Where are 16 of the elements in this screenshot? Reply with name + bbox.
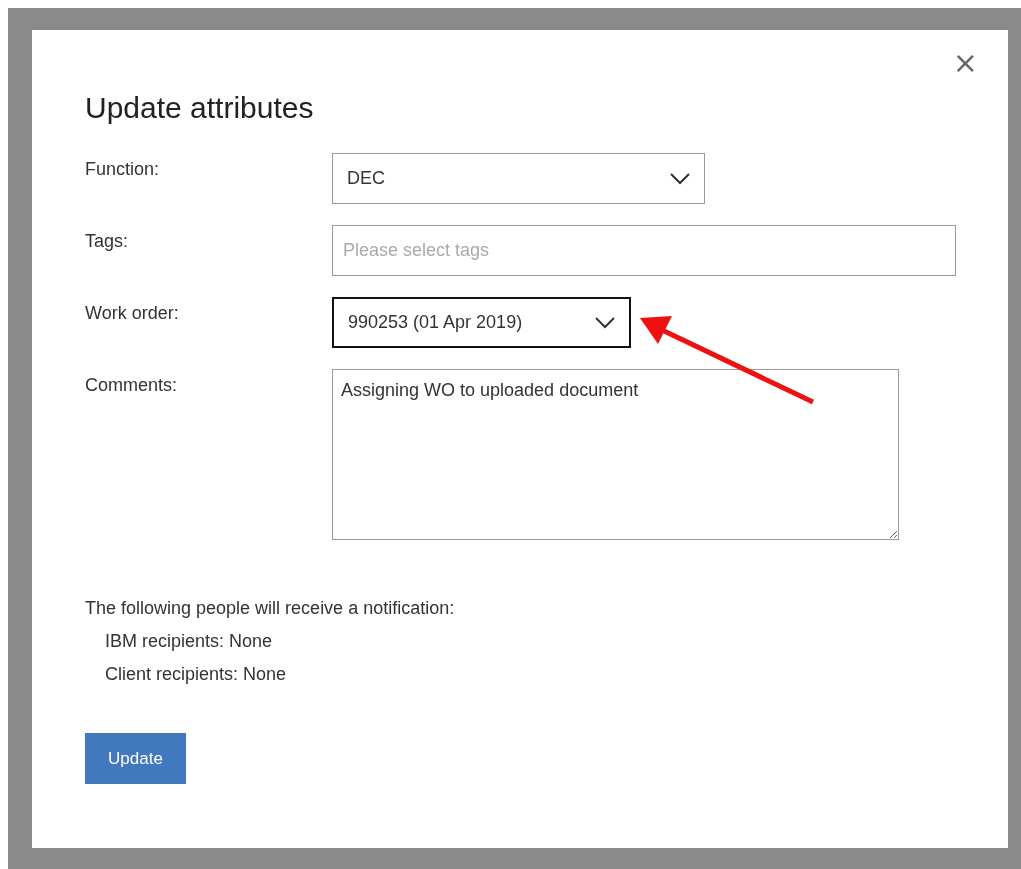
recipients-text: IBM recipients: None bbox=[104, 631, 274, 652]
caret-icon bbox=[595, 316, 615, 329]
caret-icon bbox=[670, 172, 690, 185]
dropdown[interactable]: 990253 (01 Apr 2019) bbox=[332, 297, 631, 348]
dropdown[interactable]: DEC bbox=[332, 153, 705, 204]
field-label: Work order: bbox=[85, 302, 180, 324]
dialog-title: Update attributes bbox=[85, 90, 315, 126]
update-button[interactable]: Update bbox=[85, 733, 186, 784]
notification-text: The following people will receive a notification: bbox=[85, 598, 456, 619]
field-label: Tags: bbox=[85, 230, 130, 252]
field-label: Comments: bbox=[85, 374, 179, 396]
field-label: Function: bbox=[85, 158, 161, 180]
comments-field[interactable]: Assigning WO to uploaded document bbox=[332, 369, 899, 540]
close-button[interactable]: × bbox=[948, 48, 982, 78]
tags-field[interactable]: Please select tags bbox=[332, 225, 956, 276]
recipients-text: Client recipients: None bbox=[104, 664, 288, 685]
